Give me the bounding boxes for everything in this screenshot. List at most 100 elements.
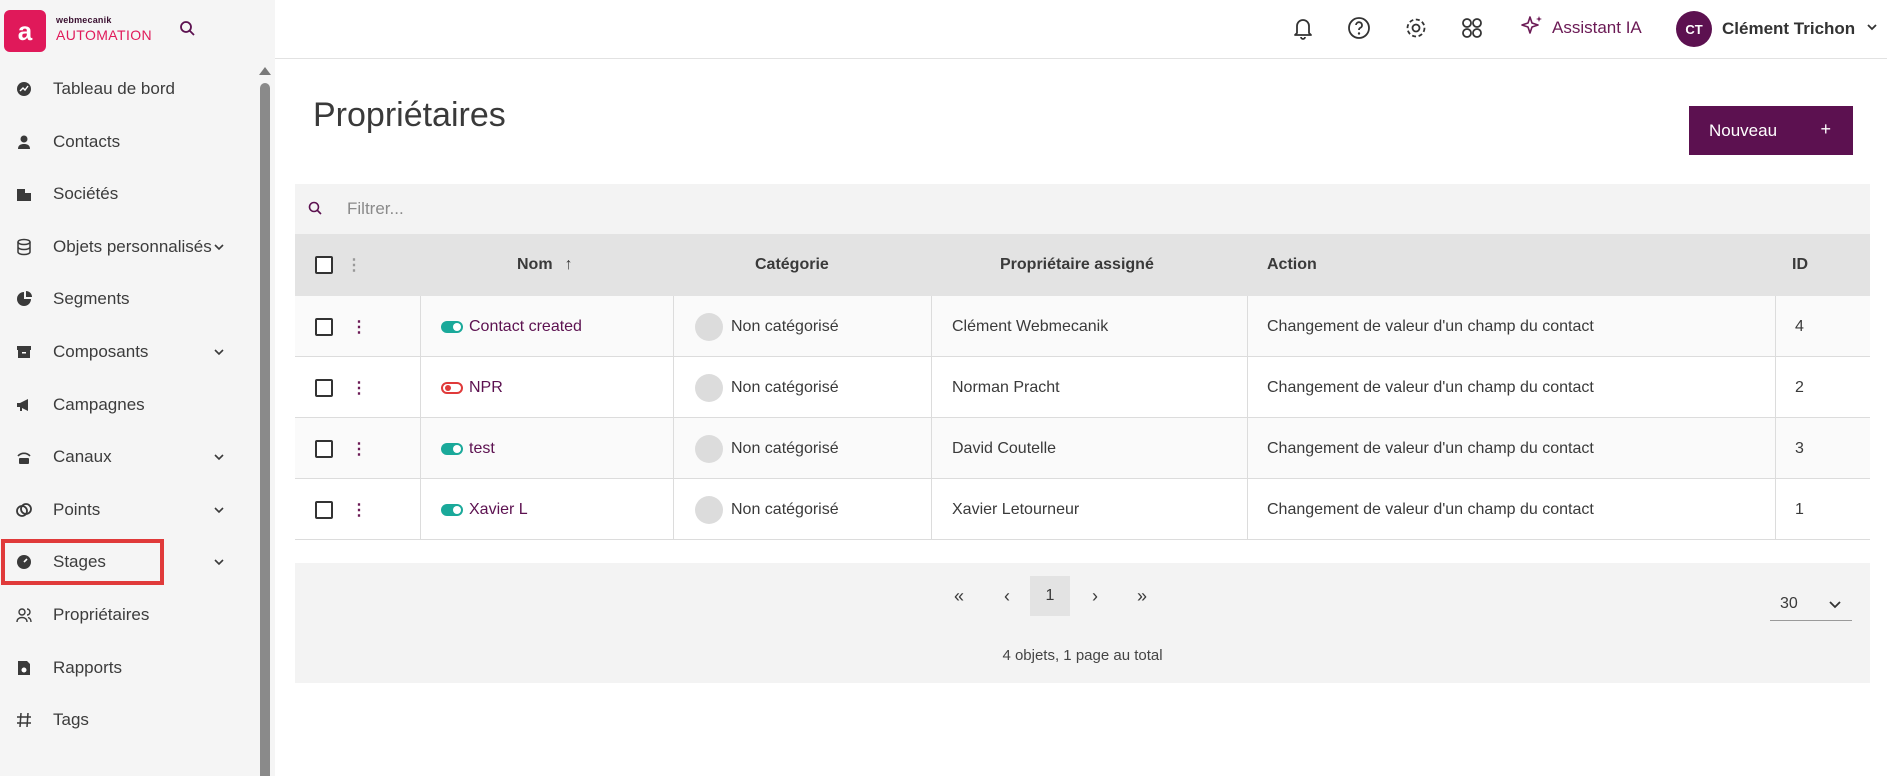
- column-divider: [1247, 479, 1248, 540]
- row-name-link[interactable]: Xavier L: [469, 501, 528, 519]
- category-color-dot: [695, 373, 723, 402]
- row-name-link[interactable]: Contact created: [469, 318, 582, 336]
- chevron-down-icon[interactable]: [212, 555, 226, 569]
- hash-icon: [14, 710, 34, 730]
- row-category-cell: Non catégorisé: [695, 479, 839, 540]
- row-category-cell: Non catégorisé: [695, 296, 839, 357]
- row-name-link[interactable]: test: [469, 440, 495, 458]
- column-header-id[interactable]: ID: [1792, 234, 1808, 296]
- last-page-button[interactable]: »: [1122, 576, 1162, 616]
- column-header-name[interactable]: Nom ↑: [517, 234, 573, 296]
- column-divider: [1775, 357, 1776, 418]
- row-name-cell: Contact created: [441, 296, 582, 357]
- row-menu-icon[interactable]: ⋮: [351, 296, 367, 357]
- new-button[interactable]: Nouveau +: [1689, 106, 1853, 155]
- row-menu-icon[interactable]: ⋮: [351, 418, 367, 479]
- next-page-button[interactable]: ›: [1075, 576, 1115, 616]
- chevron-down-icon[interactable]: [212, 450, 226, 464]
- column-divider: [673, 479, 674, 540]
- person-icon: [14, 132, 34, 152]
- filter-bar: [295, 184, 1870, 234]
- table-row[interactable]: ⋮ NPR Non catégorisé Norman Pracht Changemen…: [295, 357, 1870, 418]
- row-category-cell: Non catégorisé: [695, 418, 839, 479]
- search-icon[interactable]: [178, 19, 198, 39]
- row-menu-icon[interactable]: ⋮: [351, 479, 367, 540]
- sidebar-item-contacts[interactable]: Contacts: [0, 120, 255, 164]
- user-menu[interactable]: CT Clément Trichon: [1676, 11, 1879, 47]
- sidebar-item-segments[interactable]: Segments: [0, 277, 255, 321]
- sidebar-item-points[interactable]: Points: [0, 488, 255, 532]
- chevron-down-icon[interactable]: [212, 240, 226, 254]
- sidebar-item-rapports[interactable]: Rapports: [0, 646, 255, 690]
- column-divider: [931, 479, 932, 540]
- row-category: Non catégorisé: [731, 439, 839, 457]
- pagination-summary: 4 objets, 1 page au total: [1002, 647, 1163, 664]
- sidebar-item-composants[interactable]: Composants: [0, 330, 255, 374]
- first-page-button[interactable]: «: [939, 576, 979, 616]
- assistant-ia-button[interactable]: Assistant IA: [1520, 14, 1642, 42]
- column-divider: [1247, 357, 1248, 418]
- status-toggle-icon[interactable]: [441, 503, 463, 516]
- status-toggle-icon[interactable]: [441, 442, 463, 455]
- status-toggle-icon[interactable]: [441, 381, 463, 394]
- status-toggle-icon[interactable]: [441, 320, 463, 333]
- sidebar-item-proprietaires[interactable]: Propriétaires: [0, 593, 255, 637]
- page-title: Propriétaires: [313, 96, 506, 134]
- scroll-up-arrow[interactable]: [259, 67, 271, 75]
- column-header-category[interactable]: Catégorie: [755, 234, 829, 296]
- chevron-down-icon[interactable]: [212, 345, 226, 359]
- bell-icon[interactable]: [1288, 13, 1318, 43]
- apps-icon[interactable]: [1457, 13, 1487, 43]
- column-divider: [931, 418, 932, 479]
- row-name-link[interactable]: NPR: [469, 379, 503, 397]
- row-checkbox[interactable]: [315, 418, 333, 479]
- sidebar-item-societes[interactable]: Sociétés: [0, 172, 255, 216]
- sidebar-item-tags[interactable]: Tags: [0, 698, 255, 742]
- current-page-button[interactable]: 1: [1030, 576, 1070, 616]
- column-divider: [420, 357, 421, 418]
- column-divider: [931, 357, 932, 418]
- sidebar-item-canaux[interactable]: Canaux: [0, 435, 255, 479]
- column-options-icon[interactable]: ⋮: [346, 234, 362, 296]
- row-checkbox[interactable]: [315, 296, 333, 357]
- pagination-bar: « ‹ 1 › » 4 objets, 1 page au total 30: [295, 563, 1870, 683]
- column-divider: [1775, 296, 1776, 357]
- per-page-select[interactable]: 30: [1770, 587, 1852, 621]
- logo[interactable]: a: [4, 10, 46, 52]
- table-row[interactable]: ⋮ Contact created Non catégorisé Clément We…: [295, 296, 1870, 357]
- gear-icon[interactable]: [1401, 13, 1431, 43]
- row-checkbox[interactable]: [315, 357, 333, 418]
- table-row[interactable]: ⋮ test Non catégorisé David Coutelle Changem…: [295, 418, 1870, 479]
- column-divider: [673, 296, 674, 357]
- search-icon: [307, 200, 325, 218]
- table-row[interactable]: ⋮ Xavier L Non catégorisé Xavier Letourneur…: [295, 479, 1870, 540]
- row-checkbox[interactable]: [315, 479, 333, 540]
- select-all-checkbox[interactable]: [315, 234, 333, 296]
- table-header: ⋮ Nom ↑ Catégorie Propriétaire assigné A…: [295, 234, 1870, 296]
- megaphone-icon: [14, 395, 34, 415]
- row-category-cell: Non catégorisé: [695, 357, 839, 418]
- sidebar-item-objets-personnalises[interactable]: Objets personnalisés: [0, 225, 255, 269]
- prev-page-button[interactable]: ‹: [987, 576, 1027, 616]
- brand-name: AUTOMATION: [56, 27, 153, 43]
- scrollbar-thumb[interactable]: [260, 83, 270, 776]
- chevron-down-icon[interactable]: [212, 503, 226, 517]
- row-action: Changement de valeur d'un champ du conta…: [1267, 317, 1594, 335]
- row-category: Non catégorisé: [731, 317, 839, 335]
- sidebar-item-tableau-de-bord[interactable]: Tableau de bord: [0, 67, 255, 111]
- column-header-owner[interactable]: Propriétaire assigné: [1000, 234, 1154, 296]
- column-header-action[interactable]: Action: [1267, 234, 1317, 296]
- column-divider: [420, 296, 421, 357]
- filter-input[interactable]: [347, 194, 947, 224]
- sidebar-item-label: Contacts: [53, 131, 121, 151]
- column-divider: [420, 479, 421, 540]
- row-menu-icon[interactable]: ⋮: [351, 357, 367, 418]
- sidebar-item-campagnes[interactable]: Campagnes: [0, 383, 255, 427]
- sparkle-icon: [1520, 14, 1544, 43]
- sidebar: Tableau de bord Contacts Sociétés Objets pe…: [0, 59, 275, 776]
- row-id: 3: [1795, 439, 1804, 457]
- help-icon[interactable]: [1344, 13, 1374, 43]
- row-category: Non catégorisé: [731, 378, 839, 396]
- report-icon: [14, 658, 34, 678]
- database-icon: [14, 237, 34, 257]
